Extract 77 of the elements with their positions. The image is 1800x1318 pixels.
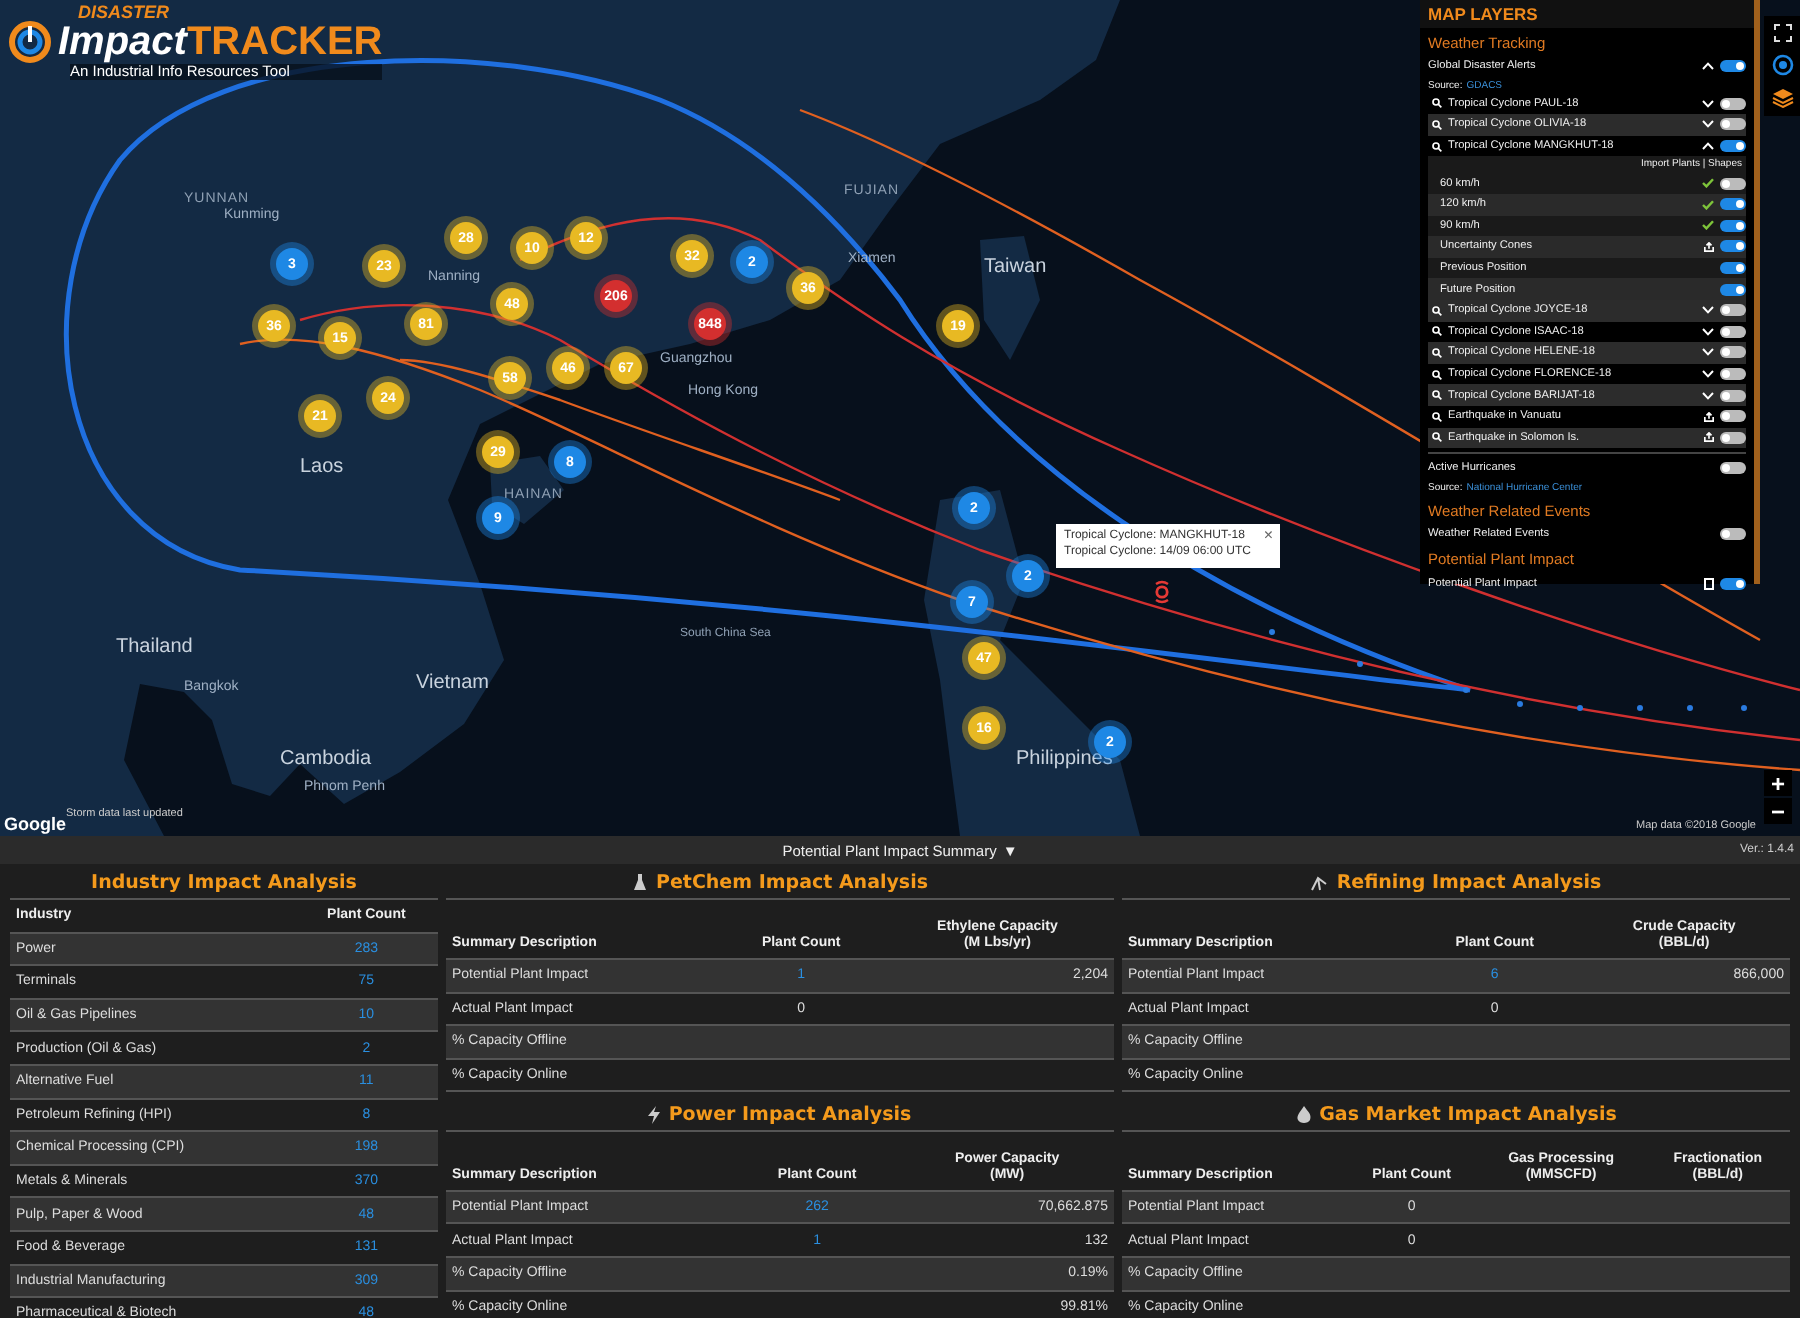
caret-icon[interactable]	[1702, 120, 1714, 129]
caret-icon[interactable]	[1702, 62, 1714, 71]
zoom-in-button[interactable]: +	[1764, 770, 1792, 796]
place-label: Thailand	[116, 636, 193, 658]
lightning-icon	[648, 1105, 661, 1124]
toggle-switch[interactable]	[1720, 304, 1746, 317]
caret-icon[interactable]	[1702, 370, 1714, 379]
track-point	[1577, 705, 1583, 711]
search-icon[interactable]	[1432, 390, 1442, 401]
track-point	[1357, 661, 1363, 667]
logo-text: Impact	[58, 22, 187, 62]
place-label: Cambodia	[280, 748, 372, 770]
section-title: Refining Impact Analysis	[1336, 872, 1602, 894]
map-logo: Google	[4, 814, 66, 834]
place-label: Vietnam	[416, 672, 490, 694]
search-icon[interactable]	[1432, 369, 1442, 380]
export-icon[interactable]	[1704, 432, 1714, 443]
checkbox[interactable]	[1704, 577, 1714, 590]
layers-icon[interactable]	[1771, 88, 1793, 108]
panel-title: MAP LAYERS	[1420, 0, 1754, 28]
map-view[interactable]	[0, 0, 1800, 836]
close-button[interactable]: ×	[1263, 526, 1273, 547]
logo-text: DISASTER	[78, 4, 172, 22]
toggle-switch[interactable]	[1720, 527, 1746, 540]
fullscreen-icon[interactable]	[1773, 24, 1791, 42]
track-point	[1687, 705, 1693, 711]
toggle-switch[interactable]	[1720, 60, 1746, 73]
search-icon[interactable]	[1432, 347, 1442, 358]
track-point	[1517, 701, 1523, 707]
track-point	[1463, 687, 1469, 693]
toggle-switch[interactable]	[1720, 97, 1746, 110]
logo-icon	[8, 19, 52, 64]
toggle-switch[interactable]	[1720, 219, 1746, 232]
toggle-switch[interactable]	[1720, 118, 1746, 131]
caret-icon[interactable]	[1702, 348, 1714, 357]
toggle-switch[interactable]	[1720, 262, 1746, 275]
toggle-switch[interactable]	[1720, 198, 1746, 211]
search-icon[interactable]	[1432, 305, 1442, 316]
caret-icon[interactable]	[1702, 99, 1714, 108]
caret-icon[interactable]	[1702, 306, 1714, 315]
section-title: PetChem Impact Analysis	[656, 872, 928, 894]
search-icon[interactable]	[1432, 432, 1442, 443]
toggle-switch[interactable]	[1720, 368, 1746, 381]
caret-icon[interactable]	[1702, 327, 1714, 336]
place-label: Taiwan	[984, 256, 1047, 278]
section-title: Power Impact Analysis	[668, 1103, 912, 1126]
toggle-switch[interactable]	[1720, 240, 1746, 253]
toggle-switch[interactable]	[1720, 177, 1746, 190]
search-icon[interactable]	[1432, 119, 1442, 130]
search-icon[interactable]	[1432, 411, 1442, 422]
toggle-switch[interactable]	[1720, 410, 1746, 423]
track-point	[1637, 705, 1643, 711]
toggle-switch[interactable]	[1720, 431, 1746, 444]
section-title: Industry Impact Analysis	[91, 872, 357, 894]
export-icon[interactable]	[1704, 411, 1714, 422]
track-point	[1269, 629, 1275, 635]
zoom-out-button[interactable]: −	[1764, 798, 1792, 824]
place-label: Laos	[300, 456, 344, 478]
search-icon[interactable]	[1432, 141, 1442, 152]
tower-icon	[632, 874, 648, 892]
export-icon[interactable]	[1704, 241, 1714, 252]
toggle-switch[interactable]	[1720, 462, 1746, 475]
toggle-switch[interactable]	[1720, 389, 1746, 402]
cyclone-icon[interactable]	[1154, 580, 1170, 604]
caret-icon[interactable]	[1702, 142, 1714, 151]
toggle-switch[interactable]	[1720, 346, 1746, 359]
section-title: Gas Market Impact Analysis	[1319, 1103, 1617, 1126]
toggle-switch[interactable]	[1720, 140, 1746, 153]
track-point	[1741, 705, 1747, 711]
logo-text: TRACKER	[186, 22, 383, 62]
toggle-switch[interactable]	[1720, 283, 1746, 296]
target-icon[interactable]	[1771, 54, 1793, 76]
search-icon[interactable]	[1432, 98, 1442, 109]
toggle-switch[interactable]	[1720, 325, 1746, 338]
search-icon[interactable]	[1432, 326, 1442, 337]
toggle-switch[interactable]	[1720, 577, 1746, 590]
caret-icon[interactable]	[1702, 391, 1714, 400]
